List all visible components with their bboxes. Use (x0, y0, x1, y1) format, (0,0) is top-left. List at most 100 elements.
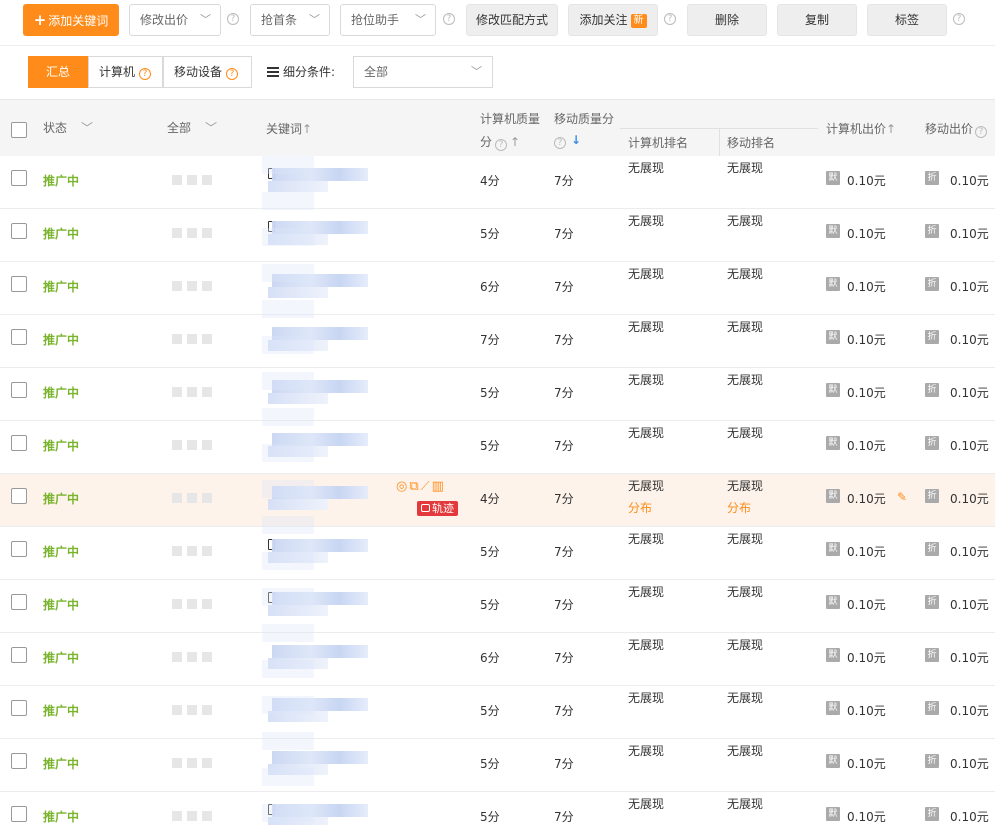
row-checkbox[interactable] (11, 594, 27, 610)
discount-price-icon: 折 (925, 171, 939, 185)
pc-rank-value: 无展现 (628, 479, 665, 493)
help-icon[interactable]: ? (226, 68, 239, 80)
table-row[interactable]: 推广中 5分 7分 无展现 无展现默 0.10元折 0.10元 (0, 792, 995, 825)
pc-bid-value[interactable]: 0.10元 (847, 278, 886, 295)
row-checkbox[interactable] (11, 541, 27, 557)
tab-mobile[interactable]: 移动设备? (163, 56, 252, 88)
select-all-checkbox[interactable] (11, 122, 27, 138)
mobile-bid-value[interactable]: 0.10元 (950, 437, 989, 454)
pc-quality-header[interactable]: 计算机质量 (480, 110, 540, 127)
table-row[interactable]: 推广中 4分 7分 无展现 无展现 分布 分布默 0.10元折 0.10元 ◎⧉⟋▥ 轨迹 ✎ (0, 474, 995, 527)
mobile-bid-value[interactable]: 0.10元 (950, 755, 989, 772)
help-icon[interactable]: ? (139, 68, 152, 80)
help-icon[interactable]: ? (554, 137, 566, 149)
status-text: 推广中 (43, 545, 80, 559)
mobile-bid-value[interactable]: 0.10元 (950, 172, 989, 189)
trash-icon[interactable]: ▥ (432, 479, 446, 494)
table-row[interactable]: 推广中 5分 7分 无展现 无展现默 0.10元折 0.10元 (0, 421, 995, 474)
row-checkbox[interactable] (11, 700, 27, 716)
help-icon[interactable]: ? (953, 13, 965, 25)
pc-bid-value[interactable]: 0.10元 (847, 596, 886, 613)
row-checkbox[interactable] (11, 329, 27, 345)
mobile-bid-value[interactable]: 0.10元 (950, 278, 989, 295)
discount-price-icon: 折 (925, 595, 939, 609)
sort-down-icon[interactable]: ↓ (571, 133, 581, 147)
table-row[interactable]: 推广中 6分 7分 无展现 无展现默 0.10元折 0.10元 (0, 633, 995, 686)
table-row[interactable]: 推广中 5分 7分 无展现 无展现默 0.10元折 0.10元 (0, 209, 995, 262)
table-row[interactable]: 推广中 7分 7分 无展现 无展现默 0.10元折 0.10元 (0, 315, 995, 368)
pc-bid-value[interactable]: 0.10元 (847, 702, 886, 719)
pc-rank-distribution-link[interactable]: 分布 (628, 499, 652, 516)
pc-bid-value[interactable]: 0.10元 (847, 384, 886, 401)
copy-button[interactable]: 复制 (777, 4, 857, 36)
mobile-bid-value[interactable]: 0.10元 (950, 331, 989, 348)
table-row[interactable]: 推广中 6分 7分 无展现 无展现默 0.10元折 0.10元 (0, 262, 995, 315)
mobile-quality-header[interactable]: 移动质量分 (554, 110, 614, 127)
row-checkbox[interactable] (11, 170, 27, 186)
mobile-bid-value[interactable]: 0.10元 (950, 808, 989, 825)
mobile-bid-value[interactable]: 0.10元 (950, 702, 989, 719)
row-checkbox[interactable] (11, 223, 27, 239)
pc-bid-value[interactable]: 0.10元 (847, 172, 886, 189)
row-checkbox[interactable] (11, 382, 27, 398)
row-checkbox[interactable] (11, 435, 27, 451)
pc-bid-header[interactable]: 计算机出价↑ (826, 120, 896, 137)
pc-bid-value[interactable]: 0.10元 (847, 543, 886, 560)
delete-button[interactable]: 删除 (687, 4, 767, 36)
table-row[interactable]: 推广中 5分 7分 无展现 无展现默 0.10元折 0.10元 (0, 527, 995, 580)
sort-up-icon[interactable]: ↑ (510, 135, 520, 149)
tab-computer[interactable]: 计算机? (88, 56, 163, 88)
copy-icon[interactable]: ⧉ (409, 479, 420, 494)
row-checkbox[interactable] (11, 806, 27, 822)
modify-match-button[interactable]: 修改匹配方式 (466, 4, 558, 36)
row-checkbox[interactable] (11, 488, 27, 504)
help-icon[interactable]: ? (495, 139, 508, 151)
mobile-bid-value[interactable]: 0.10元 (950, 543, 989, 560)
row-checkbox[interactable] (11, 276, 27, 292)
pc-bid-value[interactable]: 0.10元 (847, 649, 886, 666)
mobile-bid-value[interactable]: 0.10元 (950, 490, 989, 507)
grab-top-dropdown[interactable]: 抢首条 ﹀ (250, 4, 330, 36)
table-row[interactable]: 推广中 4分 7分 无展现 无展现默 0.10元折 0.10元 (0, 156, 995, 209)
modify-bid-dropdown[interactable]: 修改出价 ﹀ (129, 4, 221, 36)
pc-bid-value[interactable]: 0.10元 (847, 225, 886, 242)
table-row[interactable]: 推广中 5分 7分 无展现 无展现默 0.10元折 0.10元 (0, 368, 995, 421)
mobile-rank-distribution-link[interactable]: 分布 (727, 499, 751, 516)
mobile-bid-header[interactable]: 移动出价? (925, 120, 988, 138)
table-row[interactable]: 推广中 5分 7分 无展现 无展现默 0.10元折 0.10元 (0, 686, 995, 739)
pc-bid-value[interactable]: 0.10元 (847, 490, 886, 507)
add-follow-label: 添加关注 (579, 13, 628, 27)
track-icon (421, 504, 430, 512)
all-filter[interactable]: 全部 ﹀ (167, 119, 217, 136)
add-keyword-button[interactable]: + 添加关键词 (23, 4, 119, 36)
table-row[interactable]: 推广中 5分 7分 无展现 无展现默 0.10元折 0.10元 (0, 580, 995, 633)
help-icon[interactable]: ? (227, 13, 239, 25)
pc-bid-value[interactable]: 0.10元 (847, 755, 886, 772)
table-row[interactable]: 推广中 5分 7分 无展现 无展现默 0.10元折 0.10元 (0, 739, 995, 792)
pc-bid-value[interactable]: 0.10元 (847, 808, 886, 825)
help-icon[interactable]: ? (664, 13, 676, 25)
chart-icon[interactable]: ⟋ (421, 479, 432, 494)
keyword-header[interactable]: 关键词↑ (266, 120, 312, 137)
help-icon[interactable]: ? (975, 126, 988, 138)
status-filter[interactable]: 状态 ﹀ (43, 119, 93, 136)
tag-button[interactable]: 标签 (867, 4, 947, 36)
add-follow-button[interactable]: 添加关注新 (568, 4, 658, 36)
help-icon[interactable]: ? (443, 13, 455, 25)
mobile-bid-value[interactable]: 0.10元 (950, 649, 989, 666)
target-icon[interactable]: ◎ (396, 479, 409, 494)
rank-column-divider (719, 128, 720, 157)
pc-bid-value[interactable]: 0.10元 (847, 331, 886, 348)
mobile-bid-value[interactable]: 0.10元 (950, 384, 989, 401)
masked-value (172, 810, 217, 824)
grab-assistant-dropdown[interactable]: 抢位助手 ﹀ (340, 4, 436, 36)
pc-bid-value[interactable]: 0.10元 (847, 437, 886, 454)
row-checkbox[interactable] (11, 753, 27, 769)
mobile-bid-value[interactable]: 0.10元 (950, 225, 989, 242)
edit-pencil-icon[interactable]: ✎ (897, 490, 907, 504)
mobile-bid-value[interactable]: 0.10元 (950, 596, 989, 613)
track-button[interactable]: 轨迹 (417, 501, 458, 516)
tab-summary[interactable]: 汇总 (28, 56, 88, 88)
condition-select[interactable]: 全部 ﹀ (353, 56, 493, 88)
row-checkbox[interactable] (11, 647, 27, 663)
